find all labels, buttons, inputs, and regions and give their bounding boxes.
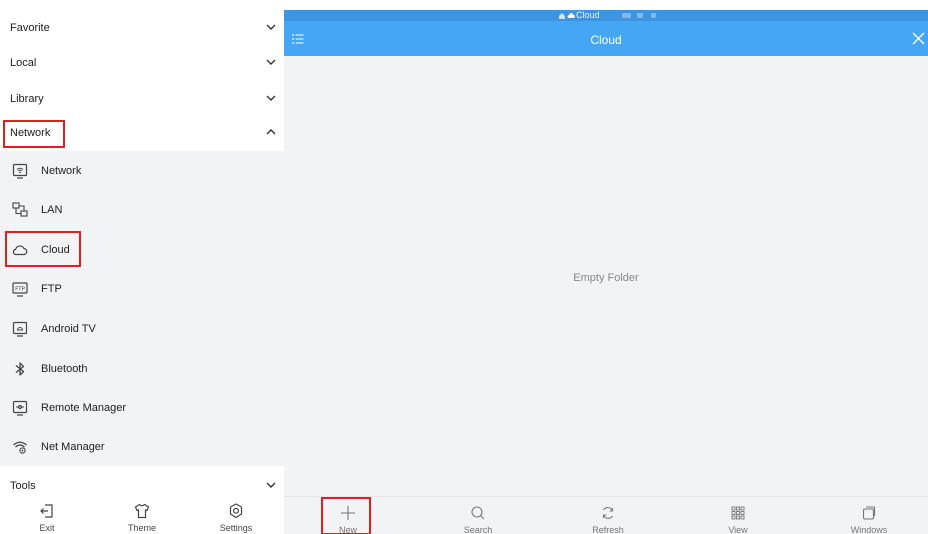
sidebar-item-cloud[interactable]: Cloud [0, 230, 284, 269]
view-button[interactable]: View [698, 497, 778, 534]
search-button[interactable]: Search [438, 497, 518, 534]
windows-label: Windows [850, 525, 888, 534]
exit-label: Exit [39, 523, 55, 533]
sidebar-item-lan[interactable]: LAN [0, 190, 284, 229]
breadcrumb: Cloud [576, 10, 600, 20]
android-tv-icon [12, 321, 28, 337]
main-panel: Cloud Cloud Empty Folder New Search Refr… [284, 0, 928, 534]
new-button[interactable]: New [308, 497, 388, 534]
section-favorite[interactable]: Favorite [0, 10, 284, 46]
chevron-down-icon [266, 59, 276, 65]
top-spacer [284, 0, 928, 10]
sidebar-item-label: Bluetooth [41, 363, 88, 375]
refresh-button[interactable]: Refresh [568, 497, 648, 534]
empty-folder-label: Empty Folder [573, 272, 639, 284]
sidebar-item-android-tv[interactable]: Android TV [0, 309, 284, 348]
windows-icon [862, 506, 876, 520]
section-local[interactable]: Local [0, 45, 284, 81]
lan-icon [12, 202, 28, 217]
sidebar-item-label: Net Manager [41, 441, 105, 453]
sidebar-item-bluetooth[interactable]: Bluetooth [0, 349, 284, 388]
sidebar: Favorite Local Library Network Network L… [0, 0, 284, 534]
cloud-small-icon [567, 13, 575, 18]
status-marker [651, 13, 656, 18]
status-marker [637, 13, 643, 18]
sidebar-item-label: Network [41, 165, 82, 177]
search-icon [471, 506, 485, 520]
svg-text:FTP: FTP [15, 287, 25, 293]
theme-label: Theme [127, 523, 156, 533]
chevron-up-icon [266, 129, 276, 135]
refresh-icon [602, 507, 614, 519]
home-icon [559, 13, 565, 19]
search-label: Search [463, 525, 493, 534]
network-icon [12, 163, 28, 179]
view-label: View [728, 525, 748, 534]
page-title: Cloud [590, 33, 622, 47]
settings-label: Settings [219, 523, 253, 533]
bottom-toolbar: New Search Refresh View Windows [284, 496, 928, 534]
sidebar-item-net-manager[interactable]: Net Manager [0, 427, 284, 466]
network-submenu: Network LAN Cloud FTP FTP Android TV Blu… [0, 151, 284, 466]
section-label: Library [10, 93, 44, 105]
section-label: Network [10, 127, 51, 139]
section-label: Local [10, 57, 37, 69]
sidebar-item-ftp[interactable]: FTP FTP [0, 269, 284, 308]
sidebar-item-label: Remote Manager [41, 402, 126, 414]
remote-manager-icon [12, 400, 28, 416]
theme-button[interactable]: Theme [102, 496, 182, 534]
chevron-down-icon [266, 482, 276, 488]
section-label: Favorite [10, 22, 50, 34]
sidebar-item-label: FTP [41, 283, 62, 295]
exit-button[interactable]: Exit [7, 496, 87, 534]
settings-icon [229, 503, 243, 519]
section-tools[interactable]: Tools [0, 467, 284, 497]
refresh-label: Refresh [592, 525, 624, 534]
sidebar-item-label: LAN [41, 204, 63, 216]
sidebar-item-label: Cloud [41, 244, 70, 256]
cloud-icon [12, 245, 28, 256]
section-library[interactable]: Library [0, 81, 284, 117]
theme-icon [134, 503, 150, 519]
bluetooth-icon [15, 362, 25, 376]
ftp-icon: FTP [12, 282, 28, 297]
section-network[interactable]: Network [0, 115, 284, 151]
chevron-down-icon [266, 95, 276, 101]
close-icon[interactable] [911, 31, 926, 46]
exit-icon [40, 504, 53, 518]
title-bar: Cloud [284, 21, 928, 56]
sidebar-bottom-bar: Exit Theme Settings [0, 496, 284, 534]
status-strip: Cloud [284, 10, 928, 21]
sidebar-item-network[interactable]: Network [0, 151, 284, 190]
grid-view-icon [731, 506, 745, 520]
status-marker [622, 13, 631, 18]
plus-icon [341, 506, 355, 520]
sidebar-item-label: Android TV [41, 323, 96, 335]
windows-button[interactable]: Windows [829, 497, 909, 534]
settings-button[interactable]: Settings [196, 496, 276, 534]
chevron-down-icon [266, 24, 276, 30]
net-manager-icon [13, 441, 27, 454]
section-label: Tools [10, 480, 36, 492]
sidebar-item-remote-manager[interactable]: Remote Manager [0, 388, 284, 427]
new-label: New [338, 525, 357, 534]
